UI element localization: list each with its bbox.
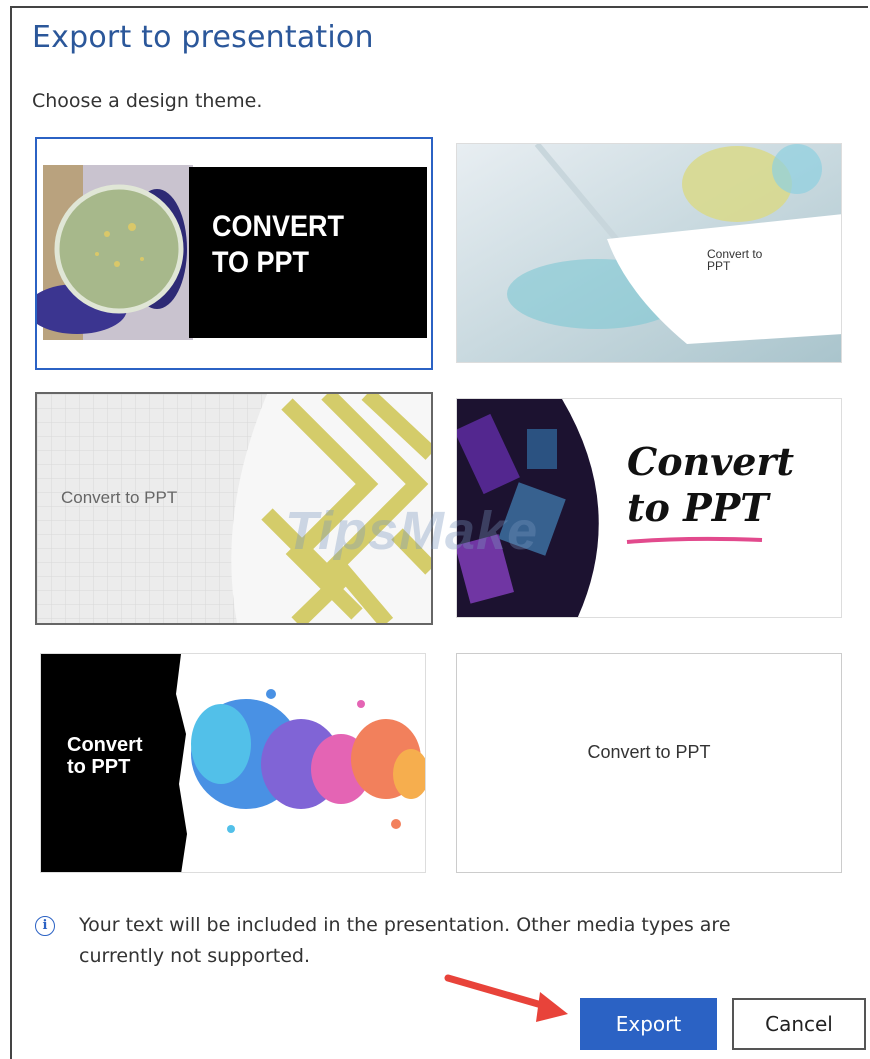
theme-card-6[interactable]: Convert to PPT <box>456 653 842 873</box>
arrow-annotation-icon <box>444 974 568 1022</box>
theme-1-title: CONVERT TO PPT <box>212 210 345 279</box>
theme-5-title: Convert to PPT <box>67 734 143 778</box>
info-text: Your text will be included in the presen… <box>79 914 731 967</box>
export-button[interactable]: Export <box>580 998 717 1050</box>
info-message: i Your text will be included in the pres… <box>35 910 815 972</box>
info-icon: i <box>35 916 55 936</box>
theme-card-1[interactable]: CONVERT TO PPT <box>35 137 433 370</box>
theme-3-image <box>37 394 431 623</box>
theme-card-3[interactable]: Convert to PPT <box>35 392 433 625</box>
cancel-button[interactable]: Cancel <box>732 998 866 1050</box>
dialog-subtitle: Choose a design theme. <box>32 90 263 112</box>
theme-2-image <box>457 144 841 362</box>
theme-card-4[interactable]: Convert to PPT <box>456 398 842 618</box>
theme-6-title: Convert to PPT <box>587 742 711 762</box>
dialog-title: Export to presentation <box>32 20 374 55</box>
theme-card-5[interactable]: Convert to PPT <box>40 653 426 873</box>
theme-2-title: Convert to PPT <box>707 247 763 273</box>
theme-4-title: Convert to PPT <box>627 439 795 530</box>
theme-card-2[interactable]: Convert to PPT <box>456 143 842 363</box>
theme-3-title: Convert to PPT <box>61 488 178 507</box>
